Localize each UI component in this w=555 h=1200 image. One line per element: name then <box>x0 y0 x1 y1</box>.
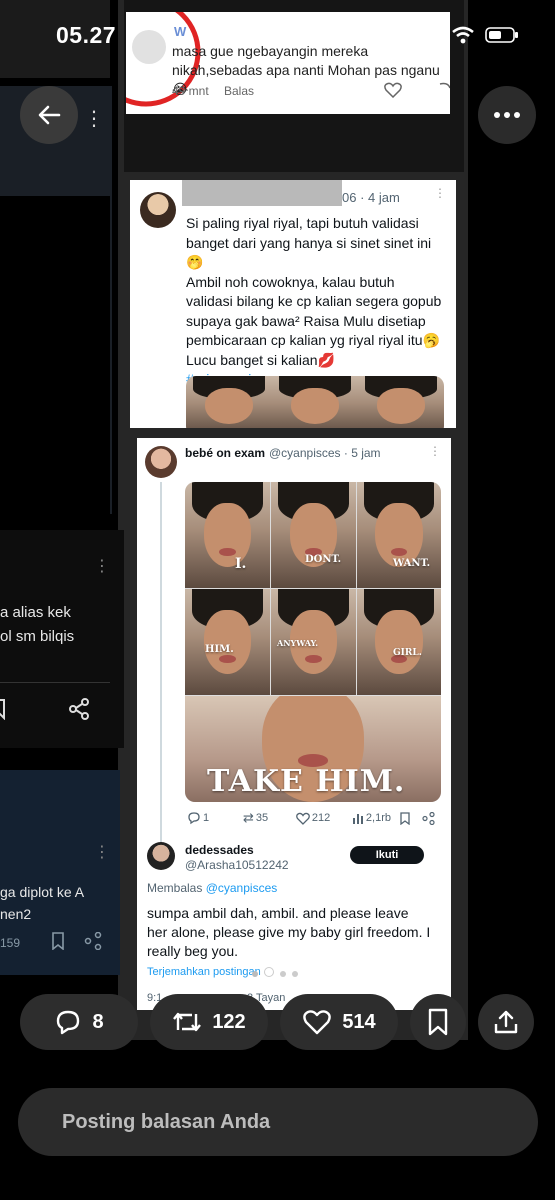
wifi-icon <box>452 26 474 44</box>
fragment-text: nen2 <box>0 906 32 922</box>
retweet-count: 35 <box>255 812 269 824</box>
reply-text-line: really beg you. <box>147 943 239 959</box>
more-dots-icon[interactable]: ⋮ <box>434 186 446 200</box>
dislike-icon[interactable] <box>438 82 450 98</box>
more-dots-icon[interactable]: ⋮ <box>84 106 104 131</box>
like-count: 212 <box>311 812 331 824</box>
tweet-text-line: banget dari yang hanya si sinet sinet in… <box>186 234 432 251</box>
redacted-username <box>182 180 342 206</box>
comment-text-line: masa gue ngebayangin mereka <box>172 43 369 59</box>
bookmark-button[interactable] <box>410 994 466 1050</box>
background-tweet-fragment: ⋮ ga diplot ke A nen2 159 <box>0 770 120 975</box>
bookmark-icon <box>0 699 5 720</box>
heart-icon[interactable] <box>296 812 310 825</box>
tweet-meta: 06 · 4 jam <box>342 190 400 205</box>
tweet-text-line: pembicaraan cp kalian yg riyal riyal itu… <box>186 332 440 348</box>
reply-text-line: sumpa ambil dah, ambil. and please leave <box>147 905 409 921</box>
arrow-left-icon <box>38 105 61 125</box>
retweet-count: 122 <box>212 1010 246 1033</box>
tweet-text-line: 🤭 <box>186 254 204 270</box>
comment-text-line: nikah,sebadas apa nanti Mohan pas nganu😭 <box>172 62 440 97</box>
retweet-icon <box>173 1012 202 1032</box>
photo-label: ANYWAY. <box>277 638 318 648</box>
tweet-text-line: Ambil noh cowoknya, kalau butuh <box>186 273 395 290</box>
share-icon[interactable] <box>422 811 435 825</box>
reply-button[interactable]: 8 <box>20 994 138 1050</box>
retweet-button[interactable]: 122 <box>150 994 268 1050</box>
fragment-text: ol sm bilqis <box>0 628 75 645</box>
reply-text-line: her alone, please give my baby girl free… <box>147 924 431 940</box>
avatar[interactable] <box>145 446 177 478</box>
share-icon <box>84 932 102 950</box>
avatar[interactable] <box>132 30 166 64</box>
photo-caption: TAKE HIM. <box>207 764 406 799</box>
more-dots-icon: ⋮ <box>94 558 110 575</box>
photo-label: HIM. <box>205 644 234 655</box>
avatar[interactable] <box>140 192 176 228</box>
fragment-text: ga diplot ke A <box>0 884 85 900</box>
heart-icon <box>303 1010 332 1035</box>
reply-icon[interactable] <box>187 811 201 825</box>
reply-author-handle: @Arasha10512242 <box>185 858 289 872</box>
tweet-card[interactable]: bebé on exam @cyanpisces · 5 jam ⋮ I. DO… <box>137 438 451 1010</box>
like-count: 514 <box>342 1010 376 1033</box>
ellipsis-icon <box>494 112 520 118</box>
bookmark-icon <box>428 1008 448 1036</box>
commenter-initial: W <box>174 24 187 39</box>
battery-icon <box>485 27 518 43</box>
reply-input[interactable]: Posting balasan Anda <box>18 1088 538 1156</box>
tweet-text-line: Lucu banget si kalian💋 <box>186 351 335 368</box>
tweet-card[interactable]: 06 · 4 jam ⋮ Si paling riyal riyal, tapi… <box>130 180 456 428</box>
more-options-button[interactable] <box>478 86 536 144</box>
translate-link[interactable]: Terjemahkan postingan <box>147 966 261 978</box>
thread-line <box>160 482 162 844</box>
background-panel <box>0 86 112 576</box>
tweet-actions: 1 ⇄ 35 212 2,1rb <box>187 810 437 826</box>
comment-icon <box>57 1010 80 1035</box>
share-icon <box>69 698 89 720</box>
retweet-icon[interactable]: ⇄ <box>243 810 254 826</box>
comment-card[interactable]: W masa gue ngebayangin mereka nikah,seba… <box>126 12 450 114</box>
replying-to-link[interactable]: @cyanpisces <box>206 881 278 895</box>
views-icon[interactable] <box>352 812 364 824</box>
reply-count: 1 <box>203 812 210 824</box>
bookmark-icon <box>52 932 64 950</box>
reply-count: 8 <box>92 1010 104 1033</box>
more-dots-icon[interactable]: ⋮ <box>429 444 441 458</box>
more-dots-icon: ⋮ <box>94 844 110 861</box>
tweet-text-line: supaya gak bawa² Raisa Mulu disetiap <box>186 312 426 329</box>
background-tweet-fragment: ⋮ a alias kek ol sm bilqis <box>0 530 124 748</box>
replying-prefix: Membalas <box>147 881 203 895</box>
bookmark-icon[interactable] <box>400 811 410 825</box>
like-button[interactable]: 514 <box>280 994 398 1050</box>
share-button[interactable] <box>478 994 534 1050</box>
avatar[interactable] <box>147 842 175 870</box>
heart-icon[interactable] <box>384 82 402 98</box>
back-button[interactable] <box>20 86 78 144</box>
photo-label: WANT. <box>393 558 431 569</box>
reply-author-name[interactable]: dedessades <box>185 843 254 857</box>
tweet-author-name[interactable]: bebé on exam <box>185 446 265 460</box>
photo-label: DONT. <box>305 554 342 565</box>
tweet-text-line: validasi bilang ke cp kalian segera gopu… <box>186 293 442 309</box>
fragment-count: 159 <box>0 936 21 950</box>
share-upload-icon <box>494 1010 518 1034</box>
tweet-media[interactable] <box>186 376 444 428</box>
photo-label: GIRL. <box>393 648 422 658</box>
tweet-text-line: Si paling riyal riyal, tapi butuh valida… <box>186 215 419 231</box>
status-time: 05.27 <box>56 22 117 48</box>
tweet-media[interactable]: I. DONT. WANT. HIM. ANYWAY. GIRL. TAKE H… <box>185 482 441 802</box>
comment-time: 49 mnt <box>172 84 209 98</box>
reply-input-placeholder: Posting balasan Anda <box>62 1110 271 1133</box>
photo-label: I. <box>235 556 247 572</box>
follow-button[interactable]: Ikuti <box>350 846 424 864</box>
reply-link[interactable]: Balas <box>224 84 254 98</box>
fragment-text: a alias kek <box>0 604 71 621</box>
tweet-handle: @cyanpisces · 5 jam <box>269 446 381 460</box>
views-count: 2,1rb <box>365 812 391 824</box>
page-indicator <box>249 964 301 982</box>
